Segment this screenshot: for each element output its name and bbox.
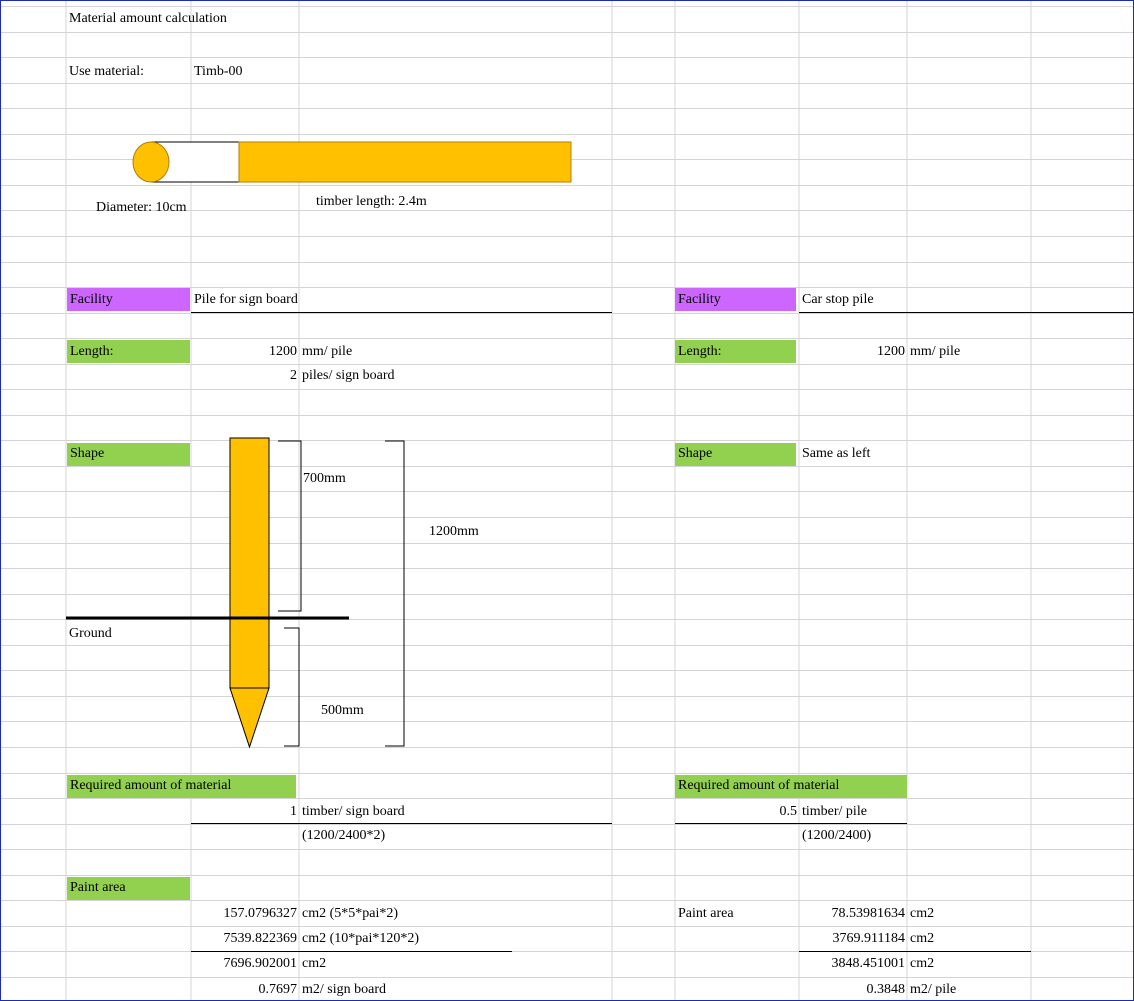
right-facility-label[interactable]: Facility — [678, 291, 721, 309]
right-required-label[interactable]: Required amount of material — [678, 777, 839, 795]
right-required-unit[interactable]: timber/ pile — [802, 803, 867, 821]
left-required-unit[interactable]: timber/ sign board — [302, 803, 405, 821]
left-paint-row-2-value[interactable]: 7539.822369 — [191, 930, 298, 948]
right-paint-row-3-value[interactable]: 3848.451001 — [799, 955, 906, 973]
left-paint-row-3-value[interactable]: 7696.902001 — [191, 955, 298, 973]
left-facility-label[interactable]: Facility — [70, 291, 113, 309]
right-required-formula[interactable]: (1200/2400) — [802, 827, 871, 845]
dimension-500: 500mm — [321, 703, 364, 718]
drawing-layer — [66, 141, 572, 749]
right-required-value[interactable]: 0.5 — [675, 803, 798, 821]
left-facility-value[interactable]: Pile for sign board — [194, 291, 298, 309]
left-length-value[interactable]: 1200 — [191, 343, 297, 361]
right-paint-row-1-value[interactable]: 78.53981634 — [799, 905, 906, 923]
right-paint-row-2-value[interactable]: 3769.911184 — [799, 930, 905, 948]
dimension-1200: 1200mm — [429, 524, 479, 539]
left-paint-row-1-unit[interactable]: cm2 (5*5*pai*2) — [302, 905, 398, 923]
left-required-label[interactable]: Required amount of material — [70, 777, 231, 795]
spreadsheet: Material amount calculation Use material… — [0, 0, 1134, 1001]
timber-body — [238, 141, 572, 183]
right-shape-label[interactable]: Shape — [678, 445, 712, 463]
left-paint-label[interactable]: Paint area — [70, 879, 126, 897]
right-shape-value[interactable]: Same as left — [802, 445, 870, 463]
left-length-label[interactable]: Length: — [70, 343, 114, 361]
left-piles-unit[interactable]: piles/ sign board — [302, 367, 395, 385]
right-facility-value[interactable]: Car stop pile — [802, 291, 874, 309]
left-paint-row-1-value[interactable]: 157.0796327 — [191, 905, 298, 923]
pile-body — [229, 437, 270, 689]
timber-end-circle — [132, 141, 170, 183]
right-paint-row-3-unit[interactable]: cm2 — [910, 955, 934, 973]
ground-label: Ground — [69, 626, 112, 641]
left-paint-row-3-unit[interactable]: cm2 — [302, 955, 326, 973]
right-length-label[interactable]: Length: — [678, 343, 722, 361]
right-required-underline — [675, 823, 907, 824]
left-paint-row-4-unit[interactable]: m2/ sign board — [302, 981, 386, 999]
dimension-700: 700mm — [303, 471, 346, 486]
right-length-value[interactable]: 1200 — [799, 343, 905, 361]
timber-length-label: timber length: 2.4m — [316, 194, 427, 209]
pile-diagram — [66, 437, 405, 749]
right-paint-row-2-unit[interactable]: cm2 — [910, 930, 934, 948]
bracket-700 — [278, 440, 302, 612]
left-paint-row-2-unit[interactable]: cm2 (10*pai*120*2) — [302, 930, 419, 948]
left-required-value[interactable]: 1 — [191, 803, 297, 821]
right-paint-row-4-value[interactable]: 0.3848 — [799, 981, 906, 999]
left-shape-label[interactable]: Shape — [70, 445, 104, 463]
right-paint-label[interactable]: Paint area — [678, 905, 734, 923]
left-paint-sum-underline — [191, 951, 512, 952]
left-length-unit[interactable]: mm/ pile — [302, 343, 352, 361]
left-required-formula[interactable]: (1200/2400*2) — [302, 827, 385, 845]
left-paint-row-4-value[interactable]: 0.7697 — [191, 981, 298, 999]
bracket-500 — [284, 627, 300, 747]
left-piles-value[interactable]: 2 — [191, 367, 297, 385]
timber-diagram — [132, 141, 572, 183]
right-paint-row-1-unit[interactable]: cm2 — [910, 905, 934, 923]
right-facility-underline — [799, 312, 1133, 313]
diameter-label: Diameter: 10cm — [96, 200, 187, 215]
right-paint-sum-underline — [799, 951, 1031, 952]
right-paint-row-4-unit[interactable]: m2/ pile — [910, 981, 956, 999]
left-required-underline — [191, 823, 612, 824]
pile-tip — [229, 687, 270, 749]
bracket-1200 — [385, 440, 405, 747]
right-length-unit[interactable]: mm/ pile — [910, 343, 960, 361]
left-facility-underline — [191, 312, 612, 313]
